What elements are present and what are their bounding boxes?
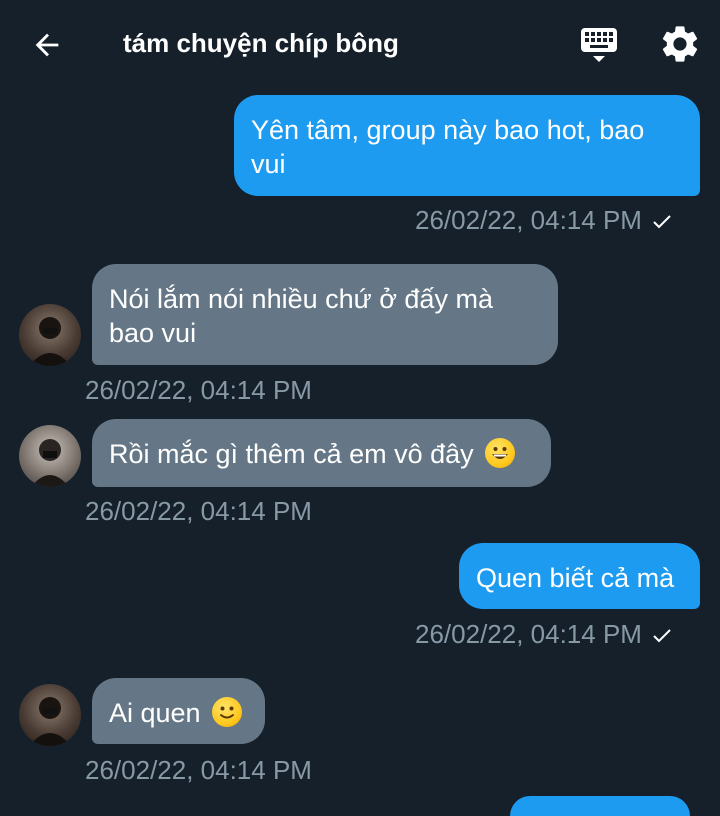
slightly-smiling-face-emoji [212,697,243,727]
checkmark-icon [653,629,671,643]
message-bubble-outgoing[interactable]: Yên tâm, group này bao hot, bao vui [234,95,700,196]
avatar[interactable] [19,684,81,746]
message-timestamp: 26/02/22, 04:14 PM [415,205,672,235]
message-timestamp: 26/02/22, 04:14 PM [85,375,312,405]
chat-title: tám chuyện chíp bông [123,28,399,58]
message-text: Nói lắm nói nhiều chứ ở đấy mà bao vui [109,284,493,348]
grinning-face-emoji [485,438,516,468]
person-silhouette-icon [29,317,71,366]
message-text: Quen biết cả mà [476,563,675,593]
keyboard-icon [581,28,617,62]
message-text: Yên tâm, group này bao hot, bao vui [251,115,645,179]
gear-icon [662,26,698,62]
settings-button[interactable] [658,22,702,66]
message-bubble-outgoing-partial [510,796,690,816]
avatar[interactable] [19,425,81,487]
message-text: Ai quen [109,698,201,728]
message-timestamp: 26/02/22, 04:14 PM [85,496,312,526]
avatar[interactable] [19,304,81,366]
chat-header: tám chuyện chíp bông [0,0,720,88]
keyboard-toggle-button[interactable] [578,24,620,66]
checkmark-icon [653,215,671,229]
back-button[interactable] [24,22,70,68]
message-bubble-incoming[interactable]: Nói lắm nói nhiều chứ ở đấy mà bao vui [92,264,558,365]
message-bubble-incoming[interactable]: Ai quen [92,678,265,744]
message-bubble-incoming[interactable]: Rồi mắc gì thêm cả em vô đây [92,419,551,487]
person-silhouette-icon [31,439,69,487]
arrow-left-icon [35,33,59,57]
message-timestamp: 26/02/22, 04:14 PM [415,619,672,649]
message-bubble-outgoing[interactable]: Quen biết cả mà [459,543,700,609]
message-text: Rồi mắc gì thêm cả em vô đây [109,439,474,469]
message-timestamp: 26/02/22, 04:14 PM [85,755,312,785]
person-silhouette-icon [29,697,71,746]
